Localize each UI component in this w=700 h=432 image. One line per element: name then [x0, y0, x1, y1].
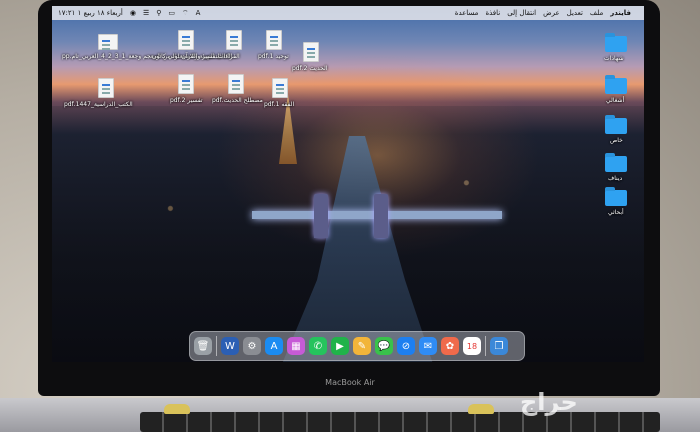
bridge-tower-left: [314, 194, 328, 238]
folder-3-label: خاص: [610, 137, 623, 144]
menu-view[interactable]: عرض: [543, 9, 560, 17]
calendar-icon[interactable]: 18: [463, 337, 481, 355]
siri-icon[interactable]: ◉: [130, 9, 136, 17]
menu-finder[interactable]: فايندر: [610, 9, 631, 17]
folder-2[interactable]: [605, 75, 627, 94]
desktop-file-1[interactable]: [98, 34, 118, 50]
system-settings-icon[interactable]: ⚙: [243, 337, 261, 355]
keyboard: [140, 412, 660, 432]
desktop-file-3-label: القراءات: [218, 53, 240, 60]
control-center-icon[interactable]: ☰: [143, 9, 149, 17]
dock-separator-2: [485, 336, 486, 356]
safari-icon[interactable]: ⊘: [397, 337, 415, 355]
menu-bar: أربعاء ١٨ ربيع ١ ١٧:٢١ ◉ ☰ ⚲ ▭ ⌔ A مساعد…: [52, 6, 644, 20]
dock-separator: [216, 336, 217, 356]
keyboard-sticker-right: [468, 404, 494, 414]
desktop-file-6[interactable]: [98, 78, 114, 98]
input-source-icon[interactable]: A: [196, 9, 201, 17]
desktop-file-3[interactable]: [226, 30, 242, 50]
desktop-file-5[interactable]: [303, 42, 319, 62]
folder-4[interactable]: [605, 153, 627, 172]
menu-window[interactable]: نافذة: [485, 9, 500, 17]
desktop-file-4[interactable]: [266, 30, 282, 50]
spotlight-icon[interactable]: ⚲: [156, 9, 161, 17]
app-store-icon[interactable]: A: [265, 337, 283, 355]
desktop-file-9-label: الفقه 1.pdf: [264, 101, 295, 108]
battery-icon[interactable]: ▭: [168, 9, 175, 17]
desktop-file-6-label: الكتب_الدراسية_1447.pdf: [64, 101, 133, 108]
dock: 🗑 W ⚙ A ▦ ✆ ▶ ✎ 💬 ⊘ ✉ ✿ 18 ❒: [189, 331, 525, 361]
wifi-icon[interactable]: ⌔: [182, 9, 189, 18]
device-brand: MacBook Air: [325, 378, 375, 387]
clock[interactable]: أربعاء ١٨ ربيع ١ ١٧:٢١: [58, 9, 123, 17]
mail-icon[interactable]: ✉: [419, 337, 437, 355]
desktop-file-9[interactable]: [272, 78, 288, 98]
folder-5[interactable]: [605, 187, 627, 206]
menu-edit[interactable]: تعديل: [567, 9, 583, 17]
notes-icon[interactable]: ✎: [353, 337, 371, 355]
desktop-file-2[interactable]: [178, 30, 194, 50]
folder-4-label: ديناف: [608, 175, 623, 182]
messages-icon[interactable]: 💬: [375, 337, 393, 355]
launchpad-icon[interactable]: ▦: [287, 337, 305, 355]
folder-2-label: أشغالي: [606, 97, 625, 104]
folder-5-label: أبحاثي: [608, 209, 624, 216]
folder-3[interactable]: [605, 115, 627, 134]
desktop-file-4-label: توحيد 1.pdf: [258, 53, 289, 60]
desktop-file-2-label: التفسير والقرآن لولي كاتون: [152, 53, 221, 60]
menu-go[interactable]: انتقال إلى: [507, 9, 536, 17]
bridge-tower-right: [374, 194, 388, 238]
folder-1[interactable]: [605, 33, 627, 52]
watermark: حراج: [520, 388, 578, 416]
desktop-file-7-label: تفسير 2.pdf: [170, 97, 203, 104]
menu-file[interactable]: ملف: [590, 9, 603, 17]
photos-icon[interactable]: ✿: [441, 337, 459, 355]
desktop-file-8-label: مصطلح الحديث.pdf: [212, 97, 263, 104]
files-icon[interactable]: ❒: [490, 337, 508, 355]
menu-help[interactable]: مساعدة: [455, 9, 479, 17]
word-icon[interactable]: W: [221, 337, 239, 355]
keyboard-sticker-left: [164, 404, 190, 414]
desktop-file-7[interactable]: [178, 74, 194, 94]
desktop-file-8[interactable]: [228, 74, 244, 94]
desktop-file-5-label: الحديث 2.pdf: [292, 65, 328, 72]
facetime-icon[interactable]: ▶: [331, 337, 349, 355]
folder-1-label: شهادات: [604, 55, 624, 62]
screen: أربعاء ١٨ ربيع ١ ١٧:٢١ ◉ ☰ ⚲ ▭ ⌔ A مساعد…: [52, 6, 644, 362]
trash-icon[interactable]: 🗑: [194, 337, 212, 355]
whatsapp-icon[interactable]: ✆: [309, 337, 327, 355]
